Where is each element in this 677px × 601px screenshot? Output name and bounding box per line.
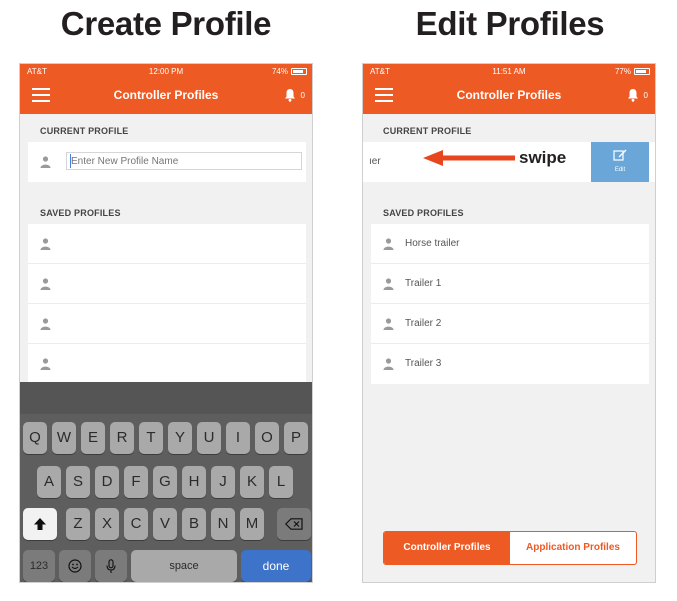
- key-x[interactable]: X: [95, 508, 119, 540]
- microphone-key[interactable]: [95, 550, 127, 582]
- list-item[interactable]: [28, 344, 306, 384]
- list-item[interactable]: Horse trailer: [371, 224, 649, 264]
- key-u[interactable]: U: [197, 422, 221, 454]
- list-item[interactable]: Trailer 3: [371, 344, 649, 384]
- create-profile-heading: Create Profile: [60, 5, 272, 42]
- key-q[interactable]: Q: [23, 422, 47, 454]
- key-r[interactable]: R: [110, 422, 134, 454]
- emoji-key[interactable]: [59, 550, 91, 582]
- shift-arrow-icon: [34, 518, 46, 530]
- bell-icon[interactable]: [627, 88, 639, 102]
- app-title: Controller Profiles: [113, 88, 219, 102]
- list-item[interactable]: [28, 304, 306, 344]
- clock: 11:51 AM: [492, 67, 526, 76]
- create-profile-screen: AT&T 12:00 PM 74% Controller Profiles 0 …: [19, 63, 313, 583]
- person-icon: [40, 278, 51, 290]
- backspace-key[interactable]: [277, 508, 311, 540]
- person-icon: [40, 358, 51, 370]
- battery-percent: 74%: [271, 67, 288, 76]
- key-z[interactable]: Z: [66, 508, 90, 540]
- key-l[interactable]: L: [269, 466, 293, 498]
- current-profile-label: CURRENT PROFILE: [40, 126, 129, 136]
- person-icon: [383, 278, 394, 290]
- list-item[interactable]: [28, 224, 306, 264]
- key-j[interactable]: J: [211, 466, 235, 498]
- key-g[interactable]: G: [153, 466, 177, 498]
- key-i[interactable]: I: [226, 422, 250, 454]
- saved-profiles-list: Horse trailer Trailer 1 Trailer 2 Traile…: [371, 224, 649, 384]
- profile-name: Trailer 1: [405, 278, 442, 289]
- battery-icon: [291, 68, 307, 75]
- edit-button[interactable]: Edit: [591, 142, 649, 182]
- person-icon: [40, 318, 51, 330]
- person-icon: [383, 238, 394, 250]
- emoji-icon: [68, 559, 82, 573]
- on-screen-keyboard: Q W E R T Y U I O P A S D F G H J K L Z …: [20, 382, 312, 582]
- saved-profiles-label: SAVED PROFILES: [383, 208, 464, 218]
- person-icon: [40, 156, 51, 168]
- key-m[interactable]: M: [240, 508, 264, 540]
- battery-percent: 77%: [614, 67, 631, 76]
- keyboard-suggestion-bar: [20, 382, 312, 414]
- space-key[interactable]: space: [131, 550, 237, 582]
- app-title: Controller Profiles: [456, 88, 562, 102]
- status-bar: AT&T 12:00 PM 74%: [20, 64, 312, 80]
- saved-profiles-list: [28, 224, 306, 384]
- key-y[interactable]: Y: [168, 422, 192, 454]
- key-n[interactable]: N: [211, 508, 235, 540]
- key-k[interactable]: K: [240, 466, 264, 498]
- list-item[interactable]: Trailer 1: [371, 264, 649, 304]
- edit-icon: [613, 149, 627, 161]
- swipe-arrow-icon: [423, 150, 515, 166]
- profile-name-input[interactable]: [66, 152, 302, 170]
- profile-type-tabs: Controller Profiles Application Profiles: [383, 531, 637, 565]
- clock: 12:00 PM: [148, 67, 184, 76]
- numbers-key[interactable]: 123: [23, 550, 55, 582]
- app-bar: AT&T 12:00 PM 74% Controller Profiles 0: [20, 64, 312, 114]
- current-profile-label: CURRENT PROFILE: [383, 126, 472, 136]
- current-profile-card: [28, 142, 306, 182]
- key-t[interactable]: T: [139, 422, 163, 454]
- tab-application-profiles[interactable]: Application Profiles: [510, 532, 636, 564]
- profile-name: Trailer 2: [405, 318, 442, 329]
- notification-count: 0: [300, 91, 305, 100]
- saved-profiles-label: SAVED PROFILES: [40, 208, 121, 218]
- key-a[interactable]: A: [37, 466, 61, 498]
- edit-label: Edit: [614, 167, 626, 173]
- person-icon: [383, 318, 394, 330]
- person-icon: [40, 238, 51, 250]
- key-e[interactable]: E: [81, 422, 105, 454]
- status-bar: AT&T 11:51 AM 77%: [363, 64, 655, 80]
- key-v[interactable]: V: [153, 508, 177, 540]
- notification-count: 0: [643, 91, 648, 100]
- profile-name: Horse trailer: [405, 238, 460, 249]
- swipe-annotation: swipe: [519, 148, 567, 167]
- edit-profiles-screen: AT&T 11:51 AM 77% Controller Profiles 0 …: [362, 63, 656, 583]
- key-c[interactable]: C: [124, 508, 148, 540]
- key-o[interactable]: O: [255, 422, 279, 454]
- microphone-icon: [106, 559, 116, 573]
- key-b[interactable]: B: [182, 508, 206, 540]
- profile-name: Trailer 3: [405, 358, 442, 369]
- bell-icon[interactable]: [284, 88, 296, 102]
- shift-key[interactable]: [23, 508, 57, 540]
- key-h[interactable]: H: [182, 466, 206, 498]
- key-p[interactable]: P: [284, 422, 308, 454]
- key-s[interactable]: S: [66, 466, 90, 498]
- swiped-profile-text: ıer: [369, 156, 381, 167]
- key-w[interactable]: W: [52, 422, 76, 454]
- app-bar: AT&T 11:51 AM 77% Controller Profiles 0: [363, 64, 655, 114]
- done-key[interactable]: done: [241, 550, 311, 582]
- battery-icon: [634, 68, 650, 75]
- text-caret: [70, 154, 71, 168]
- tab-controller-profiles[interactable]: Controller Profiles: [384, 532, 510, 564]
- key-f[interactable]: F: [124, 466, 148, 498]
- key-d[interactable]: D: [95, 466, 119, 498]
- person-icon: [383, 358, 394, 370]
- list-item[interactable]: [28, 264, 306, 304]
- list-item[interactable]: Trailer 2: [371, 304, 649, 344]
- edit-profiles-heading: Edit Profiles: [415, 5, 605, 42]
- backspace-icon: [284, 518, 303, 530]
